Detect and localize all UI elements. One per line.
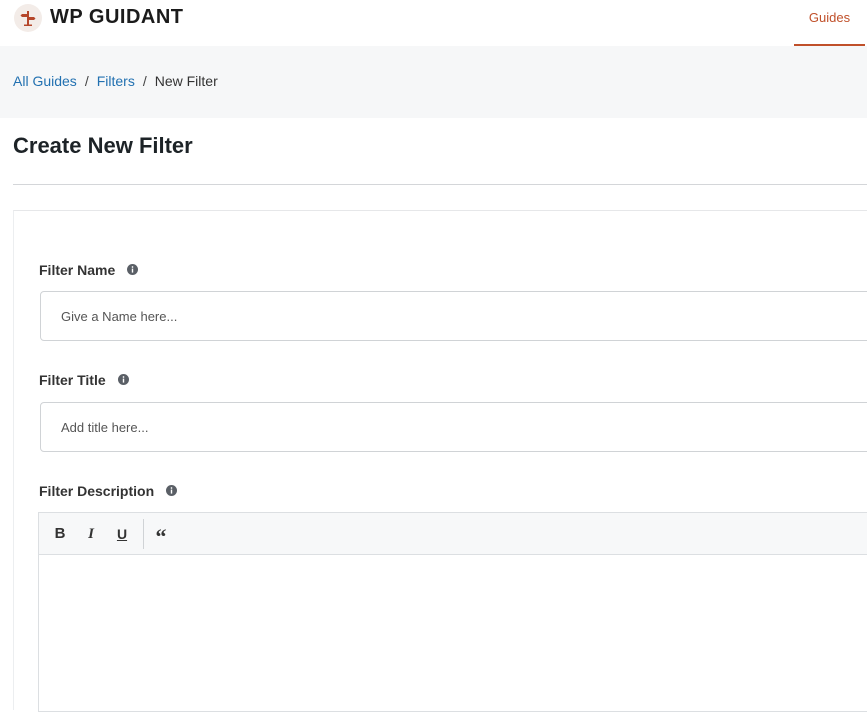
info-icon[interactable] [127,264,139,276]
filter-title-label: Filter Title [39,372,129,388]
blockquote-button[interactable]: “ [150,522,172,549]
filter-title-label-text: Filter Title [39,372,106,388]
bold-button[interactable]: B [49,522,71,546]
underline-button[interactable]: U [111,522,133,546]
breadcrumb-current: New Filter [154,73,218,89]
breadcrumb-filters[interactable]: Filters [97,73,135,89]
info-icon[interactable] [117,374,129,386]
filter-name-input[interactable] [40,291,867,341]
editor-toolbar: B I U “ [39,513,867,555]
title-divider [13,184,867,185]
breadcrumb-bar: All Guides / Filters / New Filter [0,46,867,118]
breadcrumb: All Guides / Filters / New Filter [13,73,218,89]
filter-title-input[interactable] [40,402,867,452]
italic-button[interactable]: I [80,522,102,546]
filter-description-label: Filter Description [39,483,178,499]
nav-tab-guides[interactable]: Guides [794,0,865,46]
breadcrumb-separator: / [142,73,147,89]
brand-name[interactable]: WP GUIDANT [50,6,184,29]
filter-name-label: Filter Name [39,262,139,278]
top-bar: WP GUIDANT Guides [0,0,867,46]
filter-description-label-text: Filter Description [39,483,155,499]
breadcrumb-separator: / [84,73,89,89]
editor-content-area[interactable] [39,555,867,705]
toolbar-divider [143,519,144,549]
logo-icon[interactable] [14,4,42,32]
breadcrumb-all-guides[interactable]: All Guides [13,73,77,89]
page-title: Create New Filter [13,133,193,158]
rich-text-editor: B I U “ [38,512,867,712]
signpost-icon [20,11,36,26]
info-icon[interactable] [166,485,178,497]
filter-name-label-text: Filter Name [39,262,116,278]
